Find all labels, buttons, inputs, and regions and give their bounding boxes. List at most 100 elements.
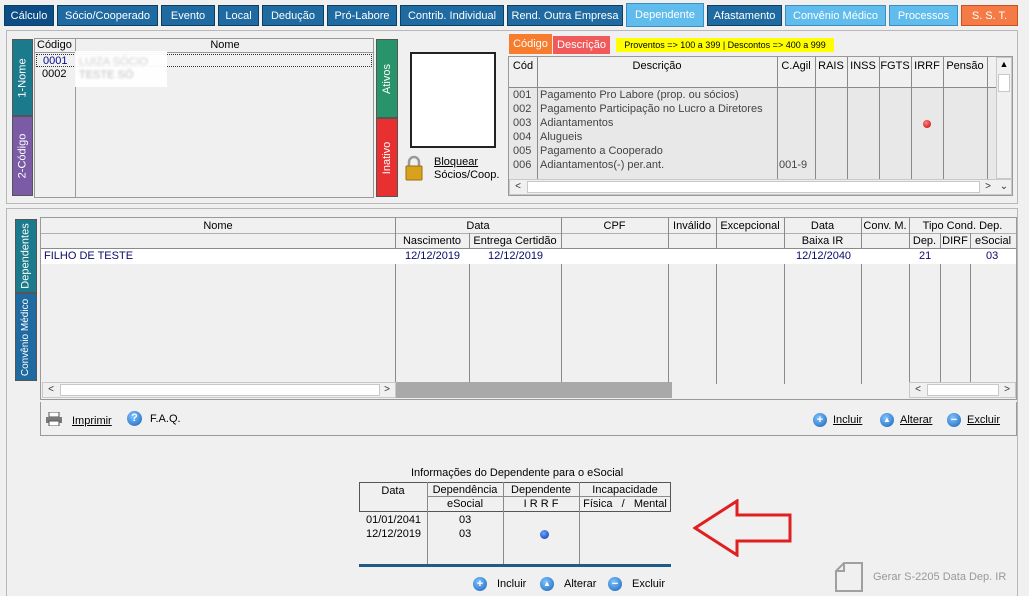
scroll-left-icon[interactable]: < xyxy=(510,180,526,194)
col-header-cpf: CPF xyxy=(603,220,626,232)
col-header-descricao: Descrição xyxy=(632,60,682,72)
scroll-thumb[interactable] xyxy=(927,384,999,396)
socio-nome-blurred: LUIZA SÓCIO TESTE SÓ xyxy=(75,51,167,87)
scroll-right-icon[interactable]: > xyxy=(999,383,1015,397)
alterar-esocial-button[interactable]: ▲ Alterar xyxy=(540,577,596,591)
scroll-left-icon[interactable]: < xyxy=(43,383,59,397)
dep-nascimento: 12/12/2019 xyxy=(405,250,461,262)
tab-rend-outra-empresa[interactable]: Rend. Outra Empresa xyxy=(507,5,623,26)
eventos-hscrollbar[interactable]: < > ⌄ xyxy=(509,179,1012,195)
tab-evento[interactable]: Evento xyxy=(161,5,215,26)
dep-entrega: 12/12/2019 xyxy=(488,250,544,262)
tab-contrib-individual[interactable]: Contrib. Individual xyxy=(400,5,504,26)
tab-dependente[interactable]: Dependente xyxy=(626,3,704,27)
photo-box[interactable] xyxy=(410,52,496,148)
evento-cagil: 001-9 xyxy=(779,159,808,171)
tab-convenio-medico[interactable]: Convênio Médico xyxy=(785,5,886,26)
esocial-data: 01/01/2041 xyxy=(366,514,422,526)
tab-sst[interactable]: S. S. T. xyxy=(961,5,1018,26)
dep-tipo: 21 xyxy=(919,250,932,262)
col-header-incapacidade: Incapacidade xyxy=(592,484,658,496)
gerar-s2205-button[interactable]: Gerar S-2205 Data Dep. IR xyxy=(834,561,1009,593)
table-row[interactable]: 005 Pagamento a Cooperado xyxy=(509,145,987,159)
vtab-dependentes[interactable]: Dependentes xyxy=(15,219,37,293)
tab-processos[interactable]: Processos xyxy=(889,5,958,26)
tab-codigo[interactable]: Código xyxy=(509,34,552,54)
eventos-vscrollbar[interactable]: ▲ xyxy=(996,57,1012,179)
scroll-down-icon[interactable]: ⌄ xyxy=(996,180,1012,194)
col-header-data-baixa: Data xyxy=(810,220,835,232)
vtab-inativo[interactable]: Inativo xyxy=(376,118,398,197)
scroll-right-icon[interactable]: > xyxy=(980,180,996,194)
bloquear-line1: Bloquear xyxy=(434,156,479,168)
vtab-ativos[interactable]: Ativos xyxy=(376,39,398,118)
tab-calculo[interactable]: Cálculo xyxy=(4,5,54,26)
faq-label: F.A.Q. xyxy=(150,412,181,425)
alterar-dependente-button[interactable]: ▲ Alterar xyxy=(880,413,932,427)
scroll-left-icon[interactable]: < xyxy=(910,383,926,397)
evento-descricao: Pagamento a Cooperado xyxy=(540,145,663,157)
table-row[interactable]: 003 Adiantamentos xyxy=(509,117,987,131)
table-row[interactable]: 12/12/2019 03 xyxy=(359,528,671,542)
esocial-data: 12/12/2019 xyxy=(366,528,422,540)
tab-label: Pró-Labore xyxy=(334,9,390,22)
tab-pro-labore[interactable]: Pró-Labore xyxy=(327,5,397,26)
tab-socio-cooperado[interactable]: Sócio/Cooperado xyxy=(57,5,158,26)
col-header-dependente: Dependente xyxy=(511,484,571,496)
tab-deducao[interactable]: Dedução xyxy=(262,5,324,26)
excluir-dependente-button[interactable]: − Excluir xyxy=(947,413,1000,427)
evento-range-note: Proventos => 100 a 399 | Descontos => 40… xyxy=(616,38,834,52)
col-header-data: Data xyxy=(381,485,405,497)
lock-icon[interactable] xyxy=(405,155,423,181)
col-header-baixa-ir: Baixa IR xyxy=(801,235,844,247)
excluir-esocial-button[interactable]: − Excluir xyxy=(608,577,665,591)
tab-label: Rend. Outra Empresa xyxy=(511,9,619,22)
tab-afastamento[interactable]: Afastamento xyxy=(707,5,782,26)
scroll-area-gray xyxy=(396,382,672,398)
dep-hscrollbar-right[interactable]: < > xyxy=(909,382,1016,398)
vtab-label: Ativos xyxy=(381,63,393,94)
table-row[interactable]: 004 Alugueis xyxy=(509,131,987,145)
minus-icon: − xyxy=(947,413,961,427)
evento-cod: 001 xyxy=(513,89,532,101)
table-row[interactable]: 006 Adiantamentos(-) per.ant. 001-9 xyxy=(509,159,987,173)
scroll-thumb[interactable] xyxy=(527,181,980,193)
vtab-1-nome[interactable]: 1-Nome xyxy=(12,39,33,116)
table-row[interactable]: FILHO DE TESTE 12/12/2019 12/12/2019 12/… xyxy=(41,249,1016,264)
vtab-label: Dependentes xyxy=(20,223,33,289)
table-row[interactable]: 001 Pagamento Pro Labore (prop. ou sócio… xyxy=(509,89,987,103)
tab-local[interactable]: Local xyxy=(218,5,259,26)
col-header-nome: Nome xyxy=(203,220,233,232)
vtab-convenio-medico[interactable]: Convênio Médico xyxy=(15,293,37,381)
vtab-label: Convênio Médico xyxy=(20,298,32,376)
dep-hscrollbar-left[interactable]: < > xyxy=(42,382,396,398)
col-header-dependencia: Dependência xyxy=(432,484,498,496)
vtab-2-codigo[interactable]: 2-Código xyxy=(12,116,33,196)
irrf-radio-icon[interactable] xyxy=(540,530,549,539)
bloquear-socios-label[interactable]: Bloquear Sócios/Coop. xyxy=(434,156,499,182)
tab-descricao[interactable]: Descrição xyxy=(553,36,610,54)
esocial-info-table: Data Dependência eSocial Dependente I R … xyxy=(359,482,671,567)
excluir-label: Excluir xyxy=(967,414,1001,426)
incluir-label: Incluir xyxy=(497,578,527,590)
col-header-irrf: IRRF xyxy=(914,60,940,72)
up-arrow-icon: ▲ xyxy=(880,413,894,427)
col-header-data: Data xyxy=(466,220,490,232)
evento-descricao: Pagamento Pro Labore (prop. ou sócios) xyxy=(540,89,739,101)
col-header-fisica-mental: Física / Mental xyxy=(583,498,667,510)
scroll-thumb[interactable] xyxy=(998,74,1010,92)
dep-baixa: 12/12/2040 xyxy=(796,250,852,262)
incluir-esocial-button[interactable]: + Incluir xyxy=(473,577,526,591)
alterar-label: Alterar xyxy=(900,414,933,426)
scroll-up-icon[interactable]: ▲ xyxy=(997,58,1011,70)
socio-codigo: 0002 xyxy=(42,68,67,80)
table-row[interactable]: 01/01/2041 03 xyxy=(359,514,671,528)
imprimir-button[interactable]: Imprimir xyxy=(46,411,112,429)
faq-button[interactable]: ? F.A.Q. xyxy=(127,411,181,426)
tab-label: Dedução xyxy=(270,9,316,22)
scroll-thumb[interactable] xyxy=(60,384,380,396)
incluir-dependente-button[interactable]: + Incluir xyxy=(813,413,862,427)
imprimir-label: Imprimir xyxy=(72,414,112,427)
table-row[interactable]: 002 Pagamento Participação no Lucro a Di… xyxy=(509,103,987,117)
scroll-right-icon[interactable]: > xyxy=(379,383,395,397)
